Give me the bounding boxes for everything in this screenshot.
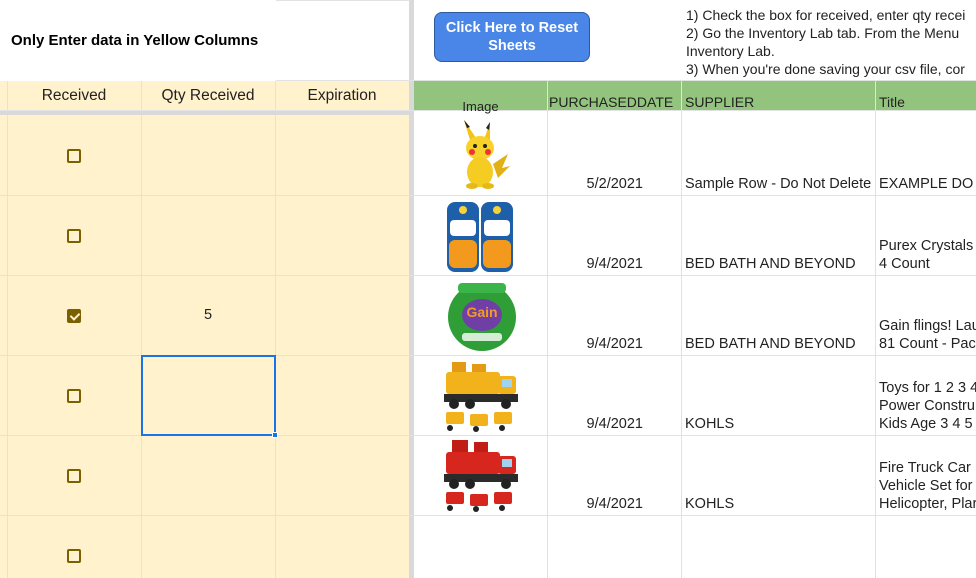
column-header-image[interactable]: Image bbox=[414, 81, 547, 121]
column-header-supplier[interactable]: SUPPLIER bbox=[685, 81, 875, 117]
supplier-cell[interactable]: KOHLS bbox=[685, 496, 734, 512]
title-cell-line[interactable]: Power Constru bbox=[879, 398, 975, 414]
purex-crystals-image bbox=[444, 200, 520, 274]
title-cell-line[interactable]: Purex Crystals bbox=[879, 238, 973, 254]
title-cell-line[interactable]: 4 Count bbox=[879, 256, 930, 272]
column-header-qty-received[interactable]: Qty Received bbox=[141, 81, 275, 111]
title-cell-line[interactable]: Vehicle Set for bbox=[879, 478, 973, 494]
instruction-line-4: 3) When you're done saving your csv file… bbox=[686, 61, 965, 77]
svg-text:Gain: Gain bbox=[466, 304, 497, 320]
construction-truck-toy-image bbox=[440, 358, 522, 434]
column-header-title[interactable]: Title bbox=[879, 81, 976, 117]
instruction-line-1: 1) Check the box for received, enter qty… bbox=[686, 7, 966, 23]
sheet-title-cell[interactable]: Only Enter data in Yellow Columns bbox=[0, 0, 276, 81]
title-cell-line[interactable]: Kids Age 3 4 5 bbox=[879, 416, 973, 432]
title-cell[interactable]: EXAMPLE DO bbox=[879, 176, 973, 192]
yellow-columns-area bbox=[0, 81, 410, 578]
title-cell-line[interactable]: Fire Truck Car bbox=[879, 460, 971, 476]
received-checkbox[interactable] bbox=[67, 549, 81, 563]
purchase-date-cell[interactable]: 5/2/2021 bbox=[519, 176, 643, 192]
instruction-line-2: 2) Go the Inventory Lab tab. From the Me… bbox=[686, 25, 960, 41]
selection-fill-handle[interactable] bbox=[272, 432, 278, 438]
supplier-cell[interactable]: BED BATH AND BEYOND bbox=[685, 336, 856, 352]
received-checkbox-checked[interactable] bbox=[67, 309, 81, 323]
supplier-cell[interactable]: Sample Row - Do Not Delete bbox=[685, 176, 871, 192]
column-header-purchase-date[interactable]: PURCHASEDDATE bbox=[549, 81, 681, 117]
received-checkbox[interactable] bbox=[67, 389, 81, 403]
title-cell-line[interactable]: Helicopter, Plar bbox=[879, 496, 976, 512]
reset-sheets-button[interactable]: Click Here to Reset Sheets bbox=[434, 12, 590, 62]
received-checkbox[interactable] bbox=[67, 229, 81, 243]
supplier-cell[interactable]: BED BATH AND BEYOND bbox=[685, 256, 856, 272]
fire-truck-toy-image bbox=[440, 438, 522, 514]
purchase-date-cell[interactable]: 9/4/2021 bbox=[519, 336, 643, 352]
purchase-date-cell[interactable]: 9/4/2021 bbox=[519, 416, 643, 432]
qty-received-cell[interactable]: 5 bbox=[204, 307, 212, 323]
purchase-date-cell[interactable]: 9/4/2021 bbox=[519, 256, 643, 272]
frozen-row-divider[interactable] bbox=[0, 111, 410, 115]
received-checkbox[interactable] bbox=[67, 149, 81, 163]
title-cell-line[interactable]: Toys for 1 2 3 4 bbox=[879, 380, 976, 396]
instruction-line-3: Inventory Lab. bbox=[686, 43, 775, 59]
purchase-date-cell[interactable]: 9/4/2021 bbox=[519, 496, 643, 512]
column-header-received[interactable]: Received bbox=[7, 81, 141, 111]
gain-flings-image: Gain bbox=[444, 279, 520, 353]
title-cell-line[interactable]: 81 Count - Pac bbox=[879, 336, 976, 352]
title-cell-line[interactable]: Gain flings! Lau bbox=[879, 318, 976, 334]
selected-cell-qty[interactable] bbox=[141, 355, 276, 436]
pikachu-plush-image bbox=[450, 118, 512, 190]
column-header-expiration[interactable]: Expiration bbox=[275, 81, 409, 111]
received-checkbox[interactable] bbox=[67, 469, 81, 483]
supplier-cell[interactable]: KOHLS bbox=[685, 416, 734, 432]
